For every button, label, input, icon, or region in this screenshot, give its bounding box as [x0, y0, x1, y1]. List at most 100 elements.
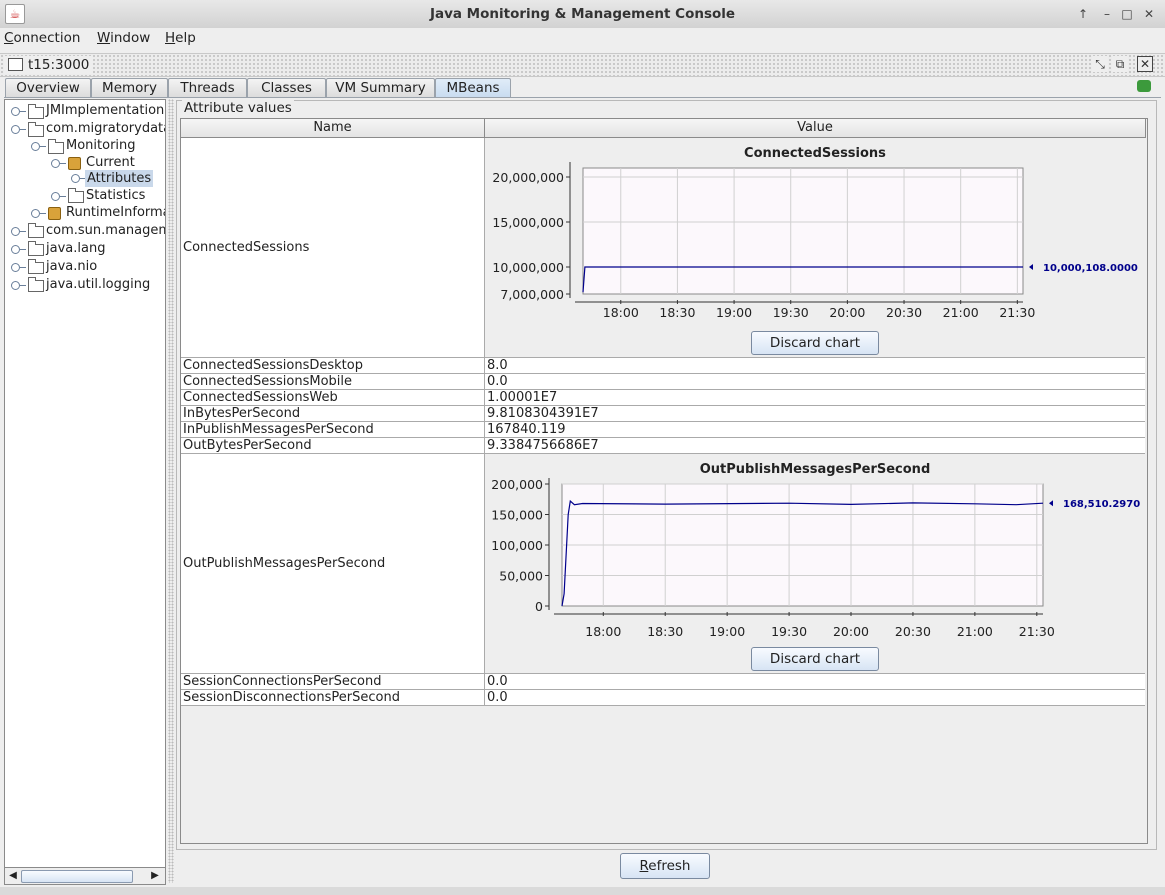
tree-collapse-handle[interactable]	[31, 209, 46, 218]
tree-node-monitoring[interactable]: Monitoring	[66, 137, 136, 154]
latest-value-marker	[1029, 263, 1033, 270]
tab-overview[interactable]: Overview	[5, 78, 91, 97]
attr-value-outbytespersecond[interactable]: 9.3384756686E7	[487, 438, 599, 453]
tree-collapse-handle[interactable]	[51, 192, 66, 201]
outpublishmessagespersecond-chart[interactable]: OutPublishMessagesPerSecond 200,000 150,00…	[485, 454, 1145, 644]
x-tick-label: 21:00	[957, 624, 993, 639]
attr-name-inpublishmessagespersecond[interactable]: InPublishMessagesPerSecond	[183, 422, 374, 437]
menu-window[interactable]: Window	[97, 30, 150, 46]
x-tick-label: 21:00	[943, 305, 979, 320]
y-tick-label: 20,000,000	[492, 170, 564, 185]
folder-icon	[28, 122, 44, 137]
attr-value-connectedsessionsmobile[interactable]: 0.0	[487, 374, 508, 389]
folder-icon	[28, 259, 44, 274]
refresh-button[interactable]: Refresh	[620, 853, 710, 879]
attr-name-connectedsessionsmobile[interactable]: ConnectedSessionsMobile	[183, 374, 352, 389]
bean-icon	[48, 207, 61, 220]
mbean-tree[interactable]: JMImplementation com.migratorydata Monit…	[4, 99, 166, 869]
close-icon[interactable]: ✕	[1141, 6, 1157, 22]
tree-node-com-sun-management[interactable]: com.sun.managem	[46, 222, 165, 239]
tree-node-java-nio[interactable]: java.nio	[46, 258, 97, 275]
tree-expand-handle[interactable]	[11, 125, 26, 134]
plot-area	[582, 167, 1024, 295]
tab-classes[interactable]: Classes	[247, 78, 326, 97]
tree-node-current[interactable]: Current	[86, 154, 135, 171]
folder-icon	[28, 277, 44, 292]
maximize-icon[interactable]: □	[1119, 6, 1135, 22]
tree-node-java-lang[interactable]: java.lang	[46, 240, 105, 257]
attr-name-connectedsessions[interactable]: ConnectedSessions	[183, 240, 309, 255]
attr-name-inbytespersecond[interactable]: InBytesPerSecond	[183, 406, 300, 421]
y-tick-label: 15,000,000	[492, 215, 564, 230]
x-tick-label: 19:00	[709, 624, 745, 639]
frame-iconify-icon[interactable]: ⤡	[1092, 56, 1108, 72]
tree-collapse-handle[interactable]	[11, 245, 26, 254]
tab-vm-summary[interactable]: VM Summary	[326, 78, 435, 97]
attr-name-sessionconnectionspersecond[interactable]: SessionConnectionsPerSecond	[183, 674, 382, 689]
column-header-value[interactable]: Value	[485, 119, 1146, 138]
tree-leaf-handle	[71, 174, 86, 183]
attr-value-connectedsessionsdesktop[interactable]: 8.0	[487, 358, 508, 373]
split-pane-divider[interactable]	[168, 99, 174, 883]
tree-node-java-util-logging[interactable]: java.util.logging	[46, 276, 150, 293]
attr-value-connectedsessionsweb[interactable]: 1.00001E7	[487, 390, 557, 405]
tree-collapse-handle[interactable]	[11, 227, 26, 236]
tree-node-attributes[interactable]: Attributes	[85, 170, 154, 187]
discard-chart-button-outpublish[interactable]: Discard chart	[751, 647, 879, 671]
scroll-left-icon[interactable]: ◀	[7, 869, 19, 883]
tree-node-runtimeinformation[interactable]: RuntimeInforma	[66, 204, 165, 221]
tree-collapse-handle[interactable]	[11, 107, 26, 116]
frame-close-icon[interactable]: ✕	[1137, 56, 1153, 72]
window-title: Java Monitoring & Management Console	[429, 6, 736, 22]
attr-name-connectedsessionsweb[interactable]: ConnectedSessionsWeb	[183, 390, 338, 405]
attr-value-sessiondisconnectionspersecond[interactable]: 0.0	[487, 690, 508, 705]
attr-value-inpublishmessagespersecond[interactable]: 167840.119	[487, 422, 566, 437]
tree-node-jmimplementation[interactable]: JMImplementation	[46, 102, 164, 119]
y-tick-label: 7,000,000	[500, 287, 564, 302]
attr-name-connectedsessionsdesktop[interactable]: ConnectedSessionsDesktop	[183, 358, 363, 373]
tab-mbeans[interactable]: MBeans	[435, 78, 511, 97]
scrollbar-thumb[interactable]	[21, 870, 133, 883]
tab-divider	[4, 97, 1161, 98]
y-tick-label: 150,000	[491, 508, 543, 523]
attr-value-sessionconnectionspersecond[interactable]: 0.0	[487, 674, 508, 689]
tree-collapse-handle[interactable]	[11, 263, 26, 272]
y-tick-label: 0	[535, 599, 543, 614]
tree-node-statistics[interactable]: Statistics	[86, 187, 145, 204]
x-tick-label: 19:30	[773, 305, 809, 320]
attr-name-outbytespersecond[interactable]: OutBytesPerSecond	[183, 438, 312, 453]
keep-above-icon[interactable]: ↑	[1075, 6, 1091, 22]
discard-chart-button-connectedsessions[interactable]: Discard chart	[751, 331, 879, 355]
minimize-icon[interactable]: –	[1099, 6, 1115, 22]
x-tick-label: 21:30	[1019, 624, 1055, 639]
attr-value-inbytespersecond[interactable]: 9.8108304391E7	[487, 406, 599, 421]
tab-threads[interactable]: Threads	[168, 78, 247, 97]
menu-help[interactable]: Help	[165, 30, 196, 46]
y-tick-label: 100,000	[491, 538, 543, 553]
connection-status-icon	[1137, 80, 1151, 92]
frame-maximize-icon[interactable]: ⧉	[1112, 56, 1128, 72]
x-tick-label: 20:30	[895, 624, 931, 639]
attr-name-outpublishmessagespersecond[interactable]: OutPublishMessagesPerSecond	[183, 556, 385, 571]
y-tick-label: 10,000,000	[492, 260, 564, 275]
tree-expand-handle[interactable]	[31, 142, 46, 151]
tree-horizontal-scrollbar[interactable]: ◀ ▶	[4, 867, 166, 885]
tree-node-com-migratorydata[interactable]: com.migratorydata	[46, 120, 165, 137]
row-separator	[181, 437, 1145, 438]
x-tick-label: 20:00	[829, 305, 865, 320]
folder-icon	[28, 241, 44, 256]
x-tick-label: 18:00	[603, 305, 639, 320]
tab-memory[interactable]: Memory	[91, 78, 168, 97]
connectedsessions-chart[interactable]: ConnectedSessions 20,000,000 15,000,000 10,…	[485, 138, 1145, 328]
chart-title: OutPublishMessagesPerSecond	[700, 462, 931, 477]
scroll-right-icon[interactable]: ▶	[149, 869, 161, 883]
menu-connection[interactable]: Connection	[4, 30, 80, 46]
column-header-name[interactable]: Name	[181, 119, 485, 138]
window-bottom-border	[0, 887, 1165, 895]
attr-name-sessiondisconnectionspersecond[interactable]: SessionDisconnectionsPerSecond	[183, 690, 400, 705]
tree-collapse-handle[interactable]	[11, 281, 26, 290]
tree-expand-handle[interactable]	[51, 159, 66, 168]
bean-icon	[68, 157, 81, 170]
folder-icon	[28, 223, 44, 238]
latest-value-label: 10,000,108.0000	[1043, 263, 1138, 274]
